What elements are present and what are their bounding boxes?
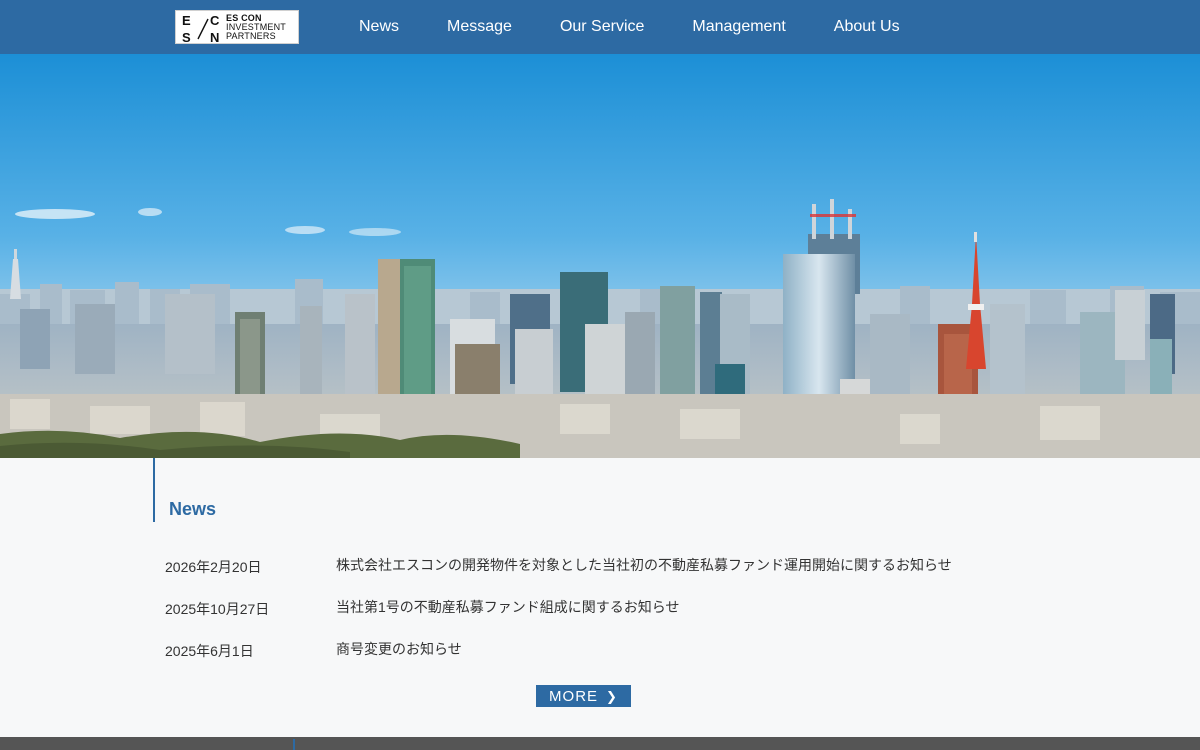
logo-mark: E C S N	[182, 13, 220, 45]
logo-letter-s: S	[182, 30, 191, 45]
news-item: 2025年10月27日 当社第1号の不動産私募ファンド組成に関するお知らせ	[165, 599, 1045, 623]
nav-item-news[interactable]: News	[335, 18, 423, 36]
site-header: E C S N ES CON INVESTMENT PARTNERS News …	[0, 0, 1200, 54]
news-section-title: News	[169, 499, 217, 519]
news-item-date: 2025年10月27日	[165, 601, 270, 617]
news-section: News 2026年2月20日 株式会社エスコンの開発物件を対象とした当社初の不…	[0, 458, 1200, 737]
logo-letter-n: N	[210, 30, 219, 45]
news-item-link[interactable]: 株式会社エスコンの開発物件を対象とした当社初の不動産私募ファンド運用開始に関する…	[336, 555, 952, 575]
news-item-link[interactable]: 商号変更のお知らせ	[336, 639, 462, 659]
hero-cityscape-image	[0, 54, 1200, 458]
logo-text-line-3: PARTNERS	[226, 31, 276, 41]
news-item: 2025年6月1日 商号変更のお知らせ	[165, 641, 1045, 665]
footer-accent	[293, 739, 295, 750]
nav-item-message[interactable]: Message	[423, 18, 536, 36]
news-item-date: 2026年2月20日	[165, 559, 262, 575]
footer-strip	[0, 737, 1200, 750]
news-item-link[interactable]: 当社第1号の不動産私募ファンド組成に関するお知らせ	[336, 597, 680, 617]
news-more-button[interactable]: MORE ❯	[536, 685, 631, 707]
nav-item-about-us[interactable]: About Us	[810, 18, 924, 36]
more-button-label: MORE	[549, 687, 599, 705]
news-item-date: 2025年6月1日	[165, 643, 254, 659]
nav-item-management[interactable]: Management	[668, 18, 809, 36]
nav-item-our-service[interactable]: Our Service	[536, 18, 668, 36]
logo-letter-c: C	[210, 13, 220, 28]
chevron-right-icon: ❯	[606, 688, 618, 704]
main-nav: News Message Our Service Management Abou…	[335, 0, 924, 54]
company-logo[interactable]: E C S N ES CON INVESTMENT PARTNERS	[175, 10, 299, 45]
news-item: 2026年2月20日 株式会社エスコンの開発物件を対象とした当社初の不動産私募フ…	[165, 557, 1045, 581]
news-title-accent	[153, 458, 155, 522]
logo-letter-e: E	[182, 13, 191, 28]
